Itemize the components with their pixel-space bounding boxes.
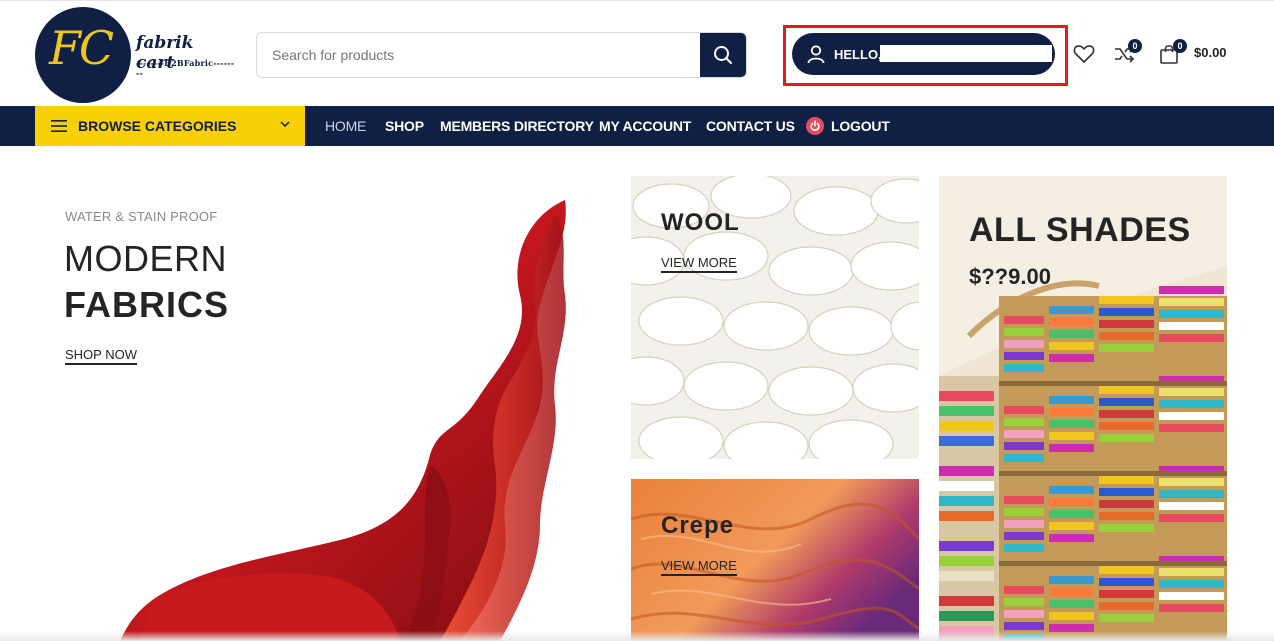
search-icon: [714, 46, 732, 64]
cart-total[interactable]: $0.00: [1194, 45, 1227, 60]
wishlist-button[interactable]: [1072, 42, 1096, 66]
nav-my-account[interactable]: MY ACCOUNT: [599, 106, 691, 146]
nav-home[interactable]: HOME: [325, 106, 366, 146]
tile-title-crepe: Crepe: [661, 512, 735, 539]
search-bar: [256, 32, 747, 78]
nav-shop[interactable]: SHOP: [385, 106, 424, 146]
main-nav: BROWSE CATEGORIES HOME SHOP MEMBERS DIRE…: [0, 106, 1274, 146]
compare-count-badge: 0: [1128, 39, 1142, 53]
search-button[interactable]: [700, 33, 746, 77]
category-tile-wool[interactable]: WOOL VIEW MORE: [631, 176, 919, 459]
site-logo[interactable]: FC fabrik cart --------B2BFabric--------: [35, 7, 235, 103]
category-tile-crepe[interactable]: Crepe VIEW MORE: [631, 479, 919, 641]
menu-icon: [51, 120, 67, 132]
heart-icon: [1073, 45, 1095, 63]
logo-tagline: --------B2BFabric--------: [136, 58, 235, 78]
cart-count-badge: 0: [1173, 39, 1187, 53]
nav-contact-us[interactable]: CONTACT US: [706, 106, 795, 146]
tile-price-all-shades: $??9.00: [969, 264, 1051, 289]
user-icon: [807, 45, 825, 64]
browse-categories-button[interactable]: BROWSE CATEGORIES: [35, 106, 305, 146]
nav-members-directory[interactable]: MEMBERS DIRECTORY: [440, 106, 594, 146]
logo-initials: FC: [49, 21, 114, 75]
tile-title-wool: WOOL: [661, 209, 740, 236]
category-tile-all-shades[interactable]: ALL SHADES $??9.00: [939, 176, 1227, 641]
nav-logout[interactable]: LOGOUT: [831, 106, 890, 146]
browse-categories-label: BROWSE CATEGORIES: [78, 118, 237, 134]
chevron-down-icon: [280, 121, 290, 128]
view-more-link-wool[interactable]: VIEW MORE: [661, 255, 737, 273]
tile-title-all-shades: ALL SHADES: [969, 211, 1191, 249]
search-input[interactable]: [257, 33, 702, 77]
power-icon: [806, 117, 824, 135]
view-more-link-crepe[interactable]: VIEW MORE: [661, 558, 737, 576]
page-bottom-edge: [0, 631, 1274, 641]
red-silk-image: [120, 200, 566, 641]
redaction-bar: [880, 45, 1052, 62]
